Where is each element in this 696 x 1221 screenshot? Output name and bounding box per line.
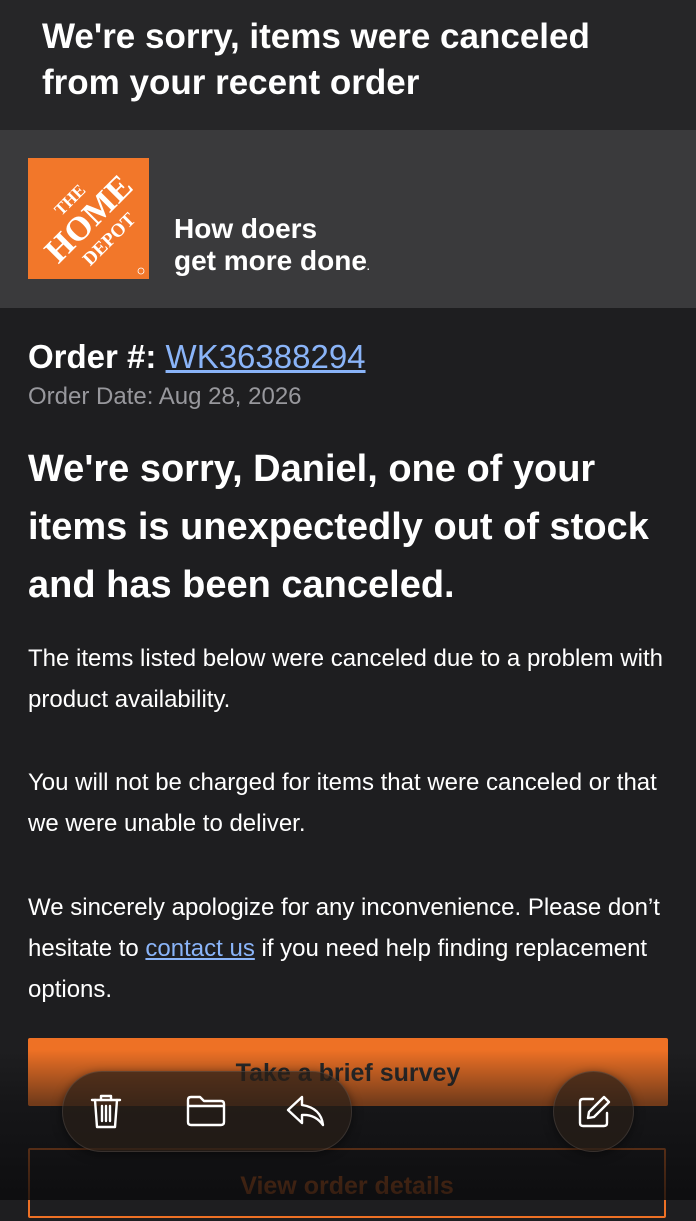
contact-us-link[interactable]: contact us bbox=[145, 935, 254, 962]
order-number-line: Order #: WK36388294 bbox=[28, 337, 366, 377]
tagline-mark: . bbox=[366, 262, 370, 273]
home-depot-logo: THE HOME DEPOT bbox=[28, 158, 149, 279]
order-date-line: Order Date: Aug 28, 2026 bbox=[28, 382, 302, 412]
compose-button[interactable] bbox=[553, 1071, 634, 1152]
trash-icon bbox=[90, 1094, 122, 1129]
reply-icon bbox=[286, 1095, 325, 1127]
cancellation-headline: We're sorry, Daniel, one of your items i… bbox=[28, 448, 649, 606]
email-subject-header: We're sorry, items were canceled from yo… bbox=[0, 0, 696, 130]
tagline-line-1: How doers bbox=[174, 213, 318, 244]
order-date-label: Order Date: bbox=[28, 383, 154, 410]
cancellation-paragraph-2: You will not be charged for items that w… bbox=[28, 769, 657, 837]
order-number-link[interactable]: WK36388294 bbox=[166, 338, 366, 375]
cancellation-paragraph-1: The items listed below were canceled due… bbox=[28, 645, 663, 713]
move-to-folder-button[interactable] bbox=[181, 1086, 231, 1136]
view-order-details-button[interactable]: View order details bbox=[28, 1148, 666, 1218]
cancellation-paragraph-3: We sincerely apologize for any inconveni… bbox=[28, 887, 678, 1010]
order-label: Order #: bbox=[28, 338, 157, 375]
order-date-value: Aug 28, 2026 bbox=[158, 383, 302, 410]
brand-tagline: How doers get more done. bbox=[174, 213, 370, 284]
delete-button[interactable] bbox=[81, 1086, 131, 1136]
folder-icon bbox=[186, 1095, 226, 1127]
mail-action-toolbar bbox=[62, 1071, 352, 1152]
tagline-line-2: get more done bbox=[174, 245, 367, 276]
reply-button[interactable] bbox=[281, 1086, 331, 1136]
compose-icon bbox=[578, 1095, 610, 1127]
email-subject: We're sorry, items were canceled from yo… bbox=[42, 17, 590, 102]
